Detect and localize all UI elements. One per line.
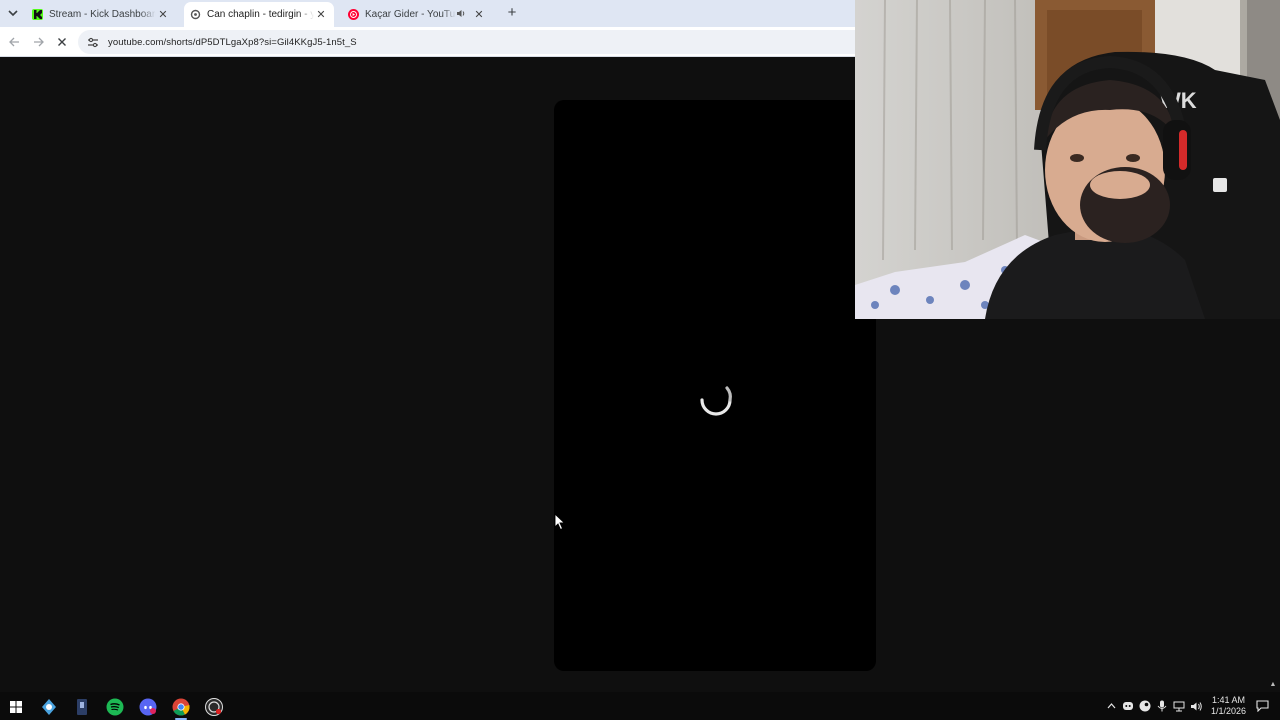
- loading-spinner-icon: [700, 386, 732, 416]
- tab-youtube-music[interactable]: Kaçar Gider - YouTube Music ✕: [342, 2, 492, 27]
- taskbar-clock[interactable]: 1:41 AM 1/1/2026: [1211, 695, 1246, 717]
- scroll-down-arrow-icon[interactable]: ▲: [1268, 681, 1278, 691]
- spotify-icon[interactable]: [104, 696, 126, 718]
- forward-arrow-icon[interactable]: [29, 33, 47, 51]
- chrome-icon[interactable]: [170, 696, 192, 720]
- screen: Stream - Kick Dashboard ✕ Can chaplin - …: [0, 0, 1280, 720]
- youtube-loading-icon: [190, 9, 201, 20]
- app-settings-icon[interactable]: [38, 696, 60, 718]
- tab-kick-dashboard[interactable]: Stream - Kick Dashboard ✕: [26, 2, 176, 27]
- youtube-music-icon: [348, 9, 359, 20]
- tab-title: Can chaplin - tedirgin - yok olu: [207, 9, 314, 20]
- network-icon[interactable]: [1171, 698, 1187, 714]
- obs-icon[interactable]: [203, 696, 225, 718]
- discord-tray-icon[interactable]: [1120, 698, 1136, 714]
- mouse-cursor-icon: [554, 513, 566, 531]
- clock-time: 1:41 AM: [1211, 695, 1245, 705]
- windows-taskbar: 1:41 AM 1/1/2026: [0, 692, 1280, 720]
- kick-icon: [32, 9, 43, 20]
- webcam-overlay: WK: [855, 0, 1280, 319]
- site-info-tune-icon[interactable]: [86, 35, 100, 49]
- tab-title: Stream - Kick Dashboard: [49, 9, 156, 20]
- windows-start-icon[interactable]: [5, 696, 27, 718]
- discord-icon[interactable]: [137, 696, 159, 718]
- microphone-icon[interactable]: [1154, 698, 1170, 714]
- app-file-icon[interactable]: [71, 696, 93, 718]
- url-text: youtube.com/shorts/dP5DTLgaXp8?si=Gil4KK…: [108, 36, 357, 48]
- system-tray: 1:41 AM 1/1/2026: [1103, 692, 1280, 720]
- show-hidden-icons-chevron-icon[interactable]: [1103, 698, 1119, 714]
- tab-close-icon[interactable]: ✕: [156, 8, 170, 21]
- tab-youtube-shorts[interactable]: Can chaplin - tedirgin - yok olu ✕: [184, 2, 334, 27]
- tab-close-icon[interactable]: ✕: [314, 8, 328, 21]
- new-tab-plus-icon[interactable]: +: [504, 4, 520, 22]
- steam-tray-icon[interactable]: [1137, 698, 1153, 714]
- stop-loading-icon[interactable]: [53, 33, 71, 51]
- tab-close-icon[interactable]: ✕: [472, 8, 486, 21]
- back-arrow-icon[interactable]: [5, 33, 23, 51]
- speaker-icon[interactable]: [456, 9, 466, 20]
- shorts-video-player[interactable]: [554, 100, 876, 671]
- tab-title: Kaçar Gider - YouTube Music: [365, 9, 456, 20]
- volume-icon[interactable]: [1188, 698, 1204, 714]
- webcam-feed-image: WK: [855, 0, 1280, 319]
- notification-center-icon[interactable]: [1252, 696, 1272, 716]
- tab-search-chevron-icon[interactable]: [4, 5, 22, 21]
- clock-date: 1/1/2026: [1210, 706, 1246, 716]
